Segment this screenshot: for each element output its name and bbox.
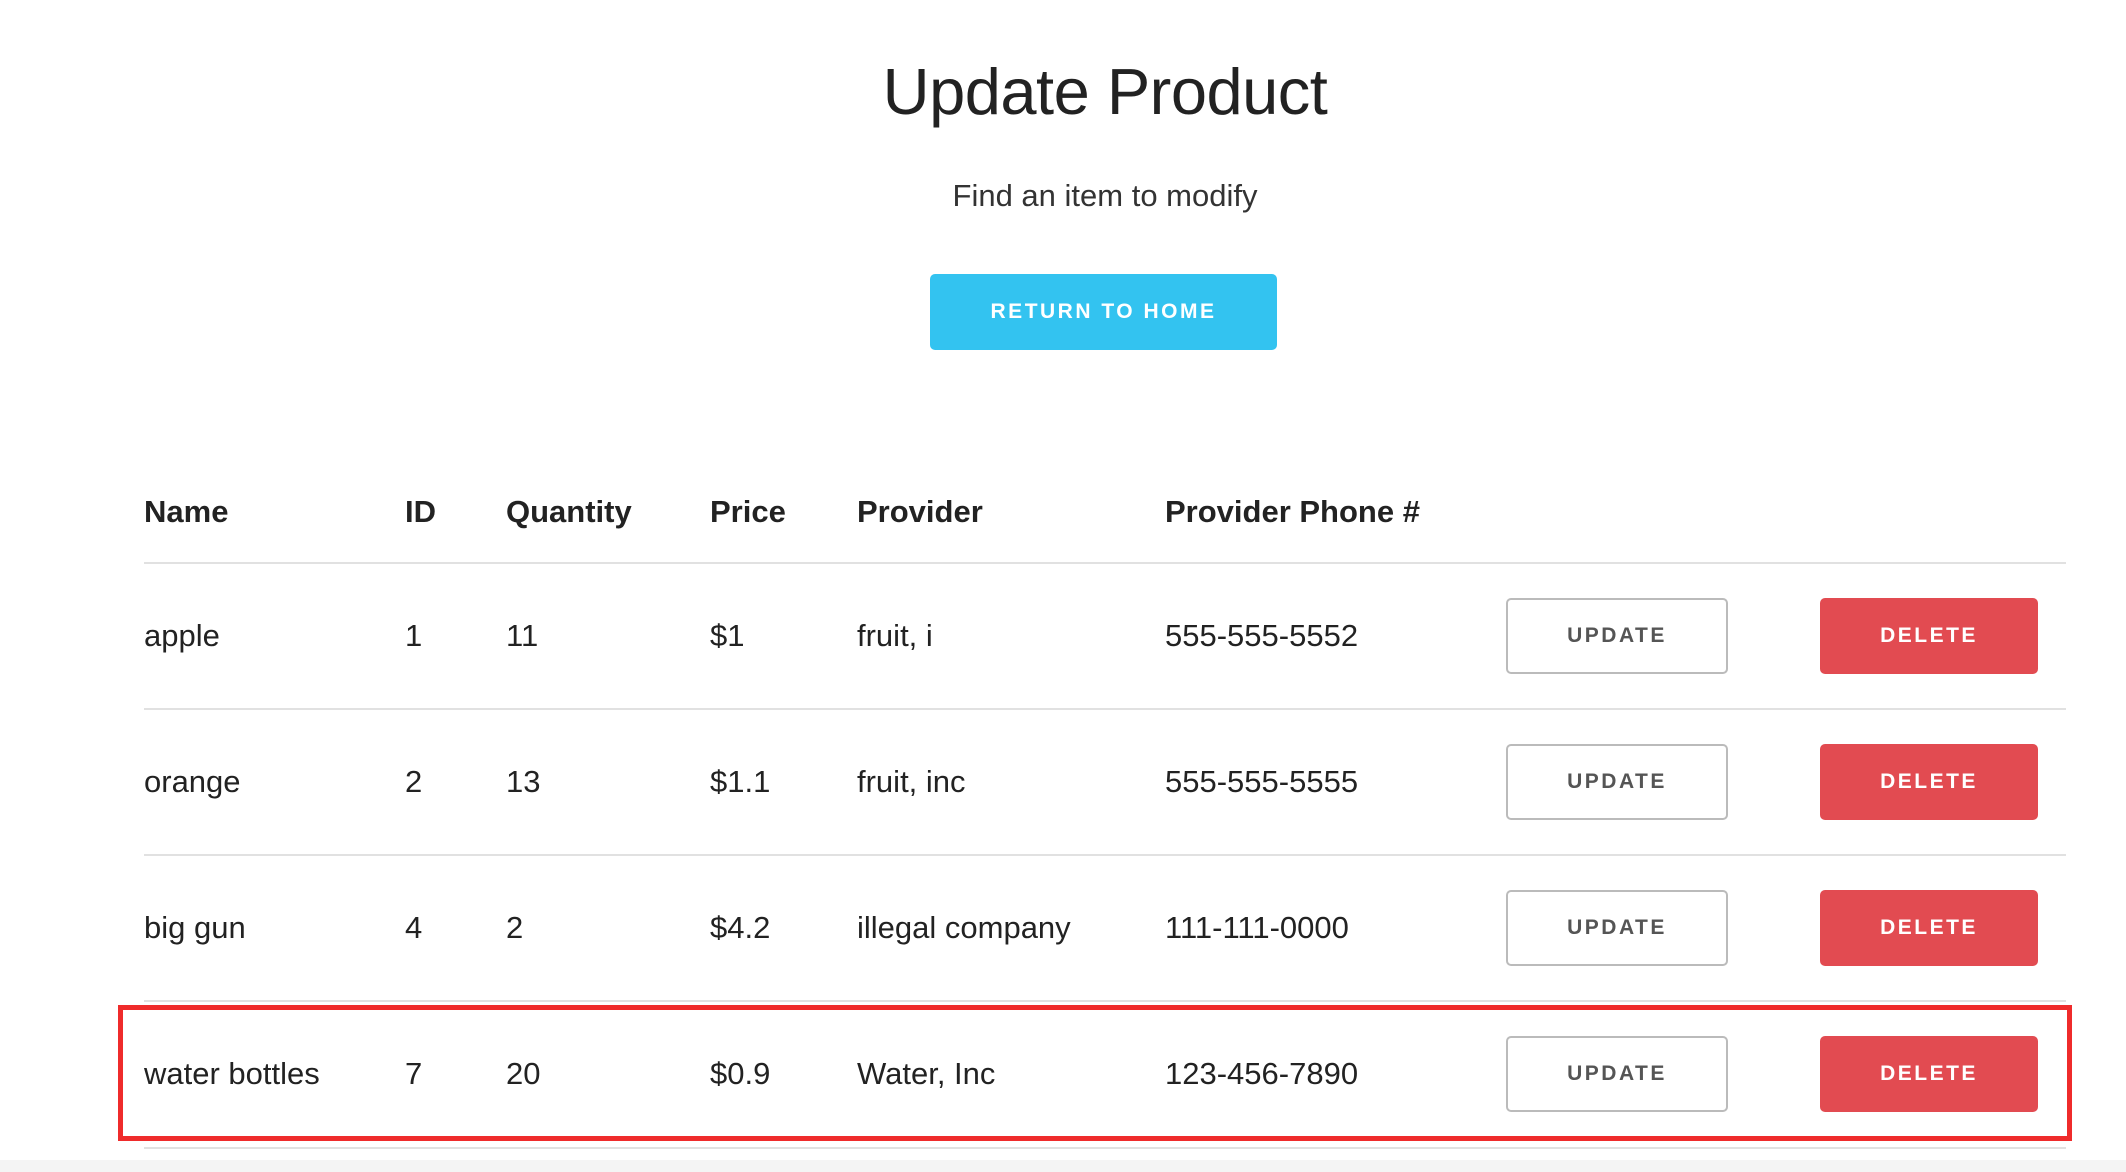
cell-name: water bottles [144,1056,320,1091]
column-header-provider-phone: Provider Phone # [1165,494,1420,529]
cell-name: orange [144,764,241,799]
table-row: orange 2 13 $1.1 fruit, inc 555-555-5555… [0,709,2126,855]
cell-quantity: 20 [506,1056,541,1091]
cell-price: $1.1 [710,764,771,799]
cell-id: 1 [405,618,423,653]
cell-provider: illegal company [857,910,1071,945]
cell-provider-phone: 111-111-0000 [1165,910,1349,945]
cell-quantity: 2 [506,910,524,945]
cell-provider: Water, Inc [857,1056,996,1091]
cell-id: 2 [405,764,423,799]
cell-price: $1 [710,618,745,653]
cell-price: $4.2 [710,910,771,945]
row-divider [144,1147,2066,1149]
delete-button[interactable]: DELETE [1820,744,2038,820]
cell-provider-phone: 123-456-7890 [1165,1056,1359,1091]
update-button[interactable]: UPDATE [1506,890,1728,966]
column-header-id: ID [405,494,436,529]
cell-provider: fruit, inc [857,764,966,799]
bottom-edge-shade [0,1160,2126,1172]
column-header-quantity: Quantity [506,494,632,529]
cell-price: $0.9 [710,1056,771,1091]
cell-quantity: 13 [506,764,541,799]
table-row: apple 1 11 $1 fruit, i 555-555-5552 UPDA… [0,563,2126,709]
cell-provider-phone: 555-555-5555 [1165,764,1359,799]
cell-provider: fruit, i [857,618,933,653]
cell-name: big gun [144,910,246,945]
cell-id: 7 [405,1056,423,1091]
column-header-provider: Provider [857,494,983,529]
column-header-price: Price [710,494,786,529]
cell-provider-phone: 555-555-5552 [1165,618,1359,653]
page-title: Update Product [882,55,1328,128]
cell-id: 4 [405,910,423,945]
delete-button[interactable]: DELETE [1820,1036,2038,1112]
table-row: big gun 4 2 $4.2 illegal company 111-111… [0,855,2126,1001]
delete-button[interactable]: DELETE [1820,890,2038,966]
cell-quantity: 11 [506,618,539,653]
column-header-name: Name [144,494,229,529]
page-subtitle: Find an item to modify [952,178,1258,213]
update-product-page: Update Product Find an item to modify RE… [0,0,2126,1172]
update-button[interactable]: UPDATE [1506,1036,1728,1112]
return-to-home-button[interactable]: RETURN TO HOME [930,274,1277,350]
table-row: water bottles 7 20 $0.9 Water, Inc 123-4… [0,1001,2126,1147]
update-button[interactable]: UPDATE [1506,744,1728,820]
delete-button[interactable]: DELETE [1820,598,2038,674]
update-button[interactable]: UPDATE [1506,598,1728,674]
cell-name: apple [144,618,220,653]
